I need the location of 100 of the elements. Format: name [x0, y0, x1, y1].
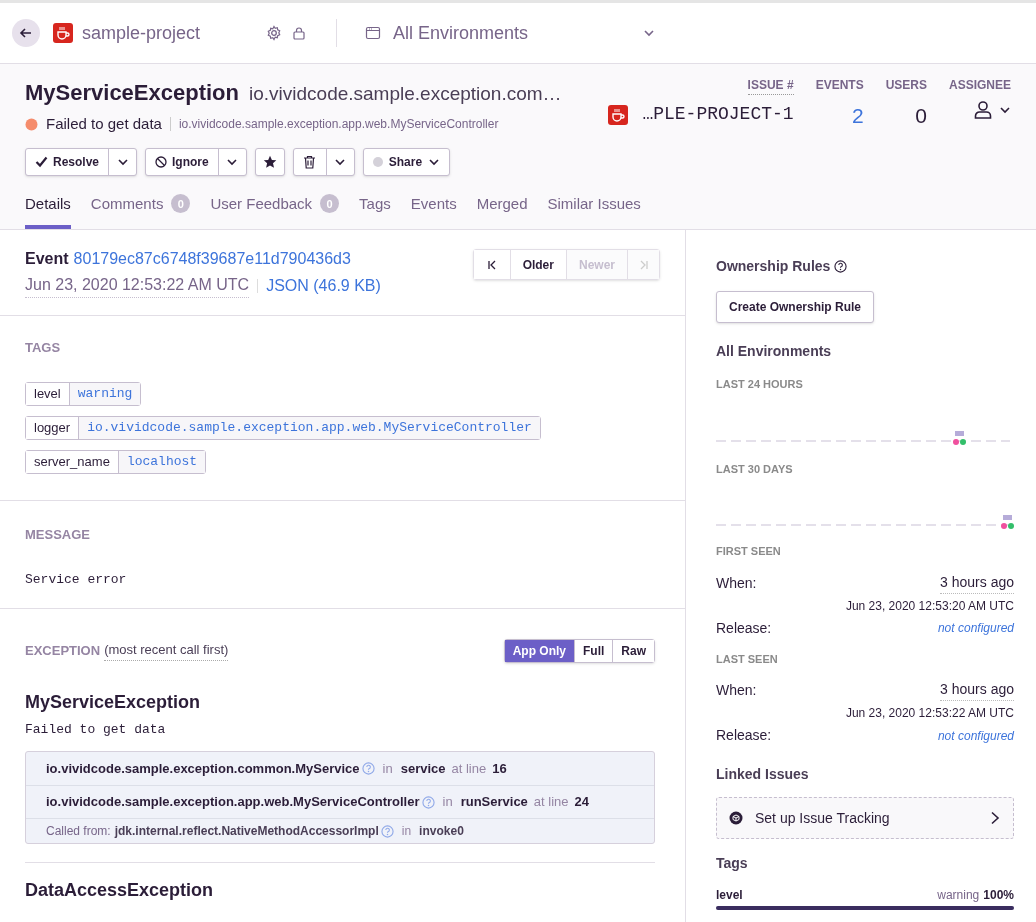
message-text: Service error	[25, 571, 128, 589]
tag-key: level	[716, 886, 743, 904]
stack-frame[interactable]: io.vividcode.sample.exception.common.MyService in service at line 16	[26, 752, 654, 785]
window-icon	[365, 25, 381, 41]
line-label: at line	[533, 793, 569, 812]
line-number: 16	[492, 759, 507, 778]
sidebar-heading: Tags	[716, 854, 749, 873]
stat-label: ISSUE #	[747, 76, 794, 95]
tab[interactable]: Events	[410, 188, 457, 229]
in-label: in	[401, 823, 412, 840]
culprit-heading: io.vividcode.sample.exception.com…	[249, 82, 562, 106]
issue-id: …PLE-PROJECT-1	[642, 103, 794, 126]
tag-percent: 100%	[983, 887, 1014, 904]
chevron-down-icon	[643, 27, 655, 39]
seen-date: Jun 23, 2020 12:53:20 AM UTC	[845, 597, 1014, 615]
count-badge: 0	[320, 194, 340, 214]
stat-label: EVENTS	[815, 77, 864, 94]
create-rule-button[interactable]: Create Ownership Rule	[716, 291, 875, 323]
exception-type: DataAccessException	[25, 879, 215, 902]
issue-message: Failed to get data	[46, 114, 162, 134]
event-id-link[interactable]: 80179ec87c6748f39687e11d790436d3	[73, 247, 351, 271]
seen-date: Jun 23, 2020 12:53:22 AM UTC	[845, 705, 1014, 722]
user-icon	[973, 100, 993, 120]
section-heading: EXCEPTION	[25, 641, 101, 660]
share-button[interactable]: Share	[363, 148, 450, 175]
star-icon	[262, 154, 277, 169]
sidebar-heading: Linked Issues	[716, 765, 810, 784]
tab[interactable]: User Feedback 0	[210, 188, 340, 229]
release-link[interactable]: not configured	[937, 726, 1014, 745]
first-event-button[interactable]	[473, 250, 510, 279]
in-label: in	[382, 759, 393, 778]
section-label: FIRST SEEN	[716, 544, 782, 559]
help-icon	[834, 260, 848, 273]
called-from-label: Called from:	[46, 823, 111, 840]
ignore-icon	[155, 155, 168, 168]
tag-pill[interactable]: logger io.vividcode.sample.exception.app.web.MyServiceController	[25, 415, 541, 440]
view-toggle[interactable]: Raw	[612, 639, 654, 662]
environment-dropdown[interactable]: All Environments	[365, 19, 655, 47]
when-label: When:	[716, 573, 757, 593]
project-name[interactable]: sample-project	[82, 19, 262, 47]
event-label: Event	[25, 249, 69, 269]
chevron-right-icon	[989, 811, 1001, 825]
back-button[interactable]	[12, 19, 40, 47]
stat-label: USERS	[885, 77, 927, 94]
user-count: 0	[915, 103, 927, 129]
tag-pill[interactable]: server_name localhost	[25, 449, 207, 474]
stat-label: ASSIGNEE	[949, 77, 1011, 94]
graph-label: LAST 30 DAYS	[716, 461, 794, 477]
event-count[interactable]: 2	[851, 100, 864, 132]
in-label: in	[442, 793, 453, 812]
graph-label: LAST 24 HOURS	[716, 377, 804, 392]
tab[interactable]: Merged	[476, 188, 528, 229]
event-date: Jun 23, 2020 12:53:22 AM UTC	[25, 273, 250, 298]
skip-first-icon	[485, 258, 498, 271]
release-label: Release:	[716, 618, 772, 638]
tab[interactable]: Comments 0	[90, 188, 191, 229]
frame-function: invoke0	[419, 823, 464, 840]
culprit: io.vividcode.sample.exception.app.web.MyServiceController	[178, 116, 499, 134]
tag-pill[interactable]: level warning	[25, 381, 142, 406]
chevron-down-icon	[999, 104, 1011, 116]
count-badge: 0	[171, 194, 191, 214]
help-icon	[380, 824, 394, 838]
release-link[interactable]: not configured	[937, 619, 1014, 637]
json-link[interactable]: JSON (46.9 KB)	[266, 273, 381, 298]
project-icon	[608, 104, 629, 125]
issue-tracking-button[interactable]: Set up Issue Tracking	[716, 797, 1014, 839]
frame-function: runService	[460, 793, 528, 812]
line-number: 24	[574, 793, 589, 812]
line-label: at line	[451, 759, 487, 778]
sidebar-heading: All Environments	[716, 342, 833, 361]
section-heading: TAGS	[25, 339, 62, 357]
assignee-dropdown[interactable]	[973, 100, 1011, 120]
section-heading: MESSAGE	[25, 525, 91, 544]
section-label: LAST SEEN	[716, 651, 779, 667]
frame-module: io.vividcode.sample.exception.app.web.MyServiceController	[46, 793, 420, 812]
issue-title: MyServiceException	[25, 79, 239, 107]
frame-function: service	[400, 759, 446, 778]
project-icon	[53, 23, 73, 43]
tab[interactable]: Tags	[359, 188, 391, 229]
view-toggle[interactable]: App Only	[504, 639, 574, 662]
trash-icon	[303, 154, 317, 169]
stack-frame[interactable]: Called from: jdk.internal.reflect.NativeMethodAccessorImpl in invoke0	[26, 818, 654, 843]
sidebar-heading: Ownership Rules	[716, 257, 831, 276]
relative-time: 3 hours ago	[940, 679, 1014, 701]
help-icon	[421, 795, 435, 809]
help-icon	[361, 762, 375, 775]
settings-icon[interactable]	[266, 25, 282, 41]
nav-button[interactable]: Older	[509, 250, 566, 279]
stack-frame[interactable]: io.vividcode.sample.exception.app.web.MyServiceController in runService at line 24	[26, 785, 654, 818]
frame-module: io.vividcode.sample.exception.common.MyService	[46, 759, 360, 778]
level-dot	[25, 117, 38, 131]
exception-value: Failed to get data	[25, 720, 167, 739]
relative-time: 3 hours ago	[940, 571, 1014, 594]
view-toggle[interactable]: Full	[574, 639, 613, 662]
when-label: When:	[716, 681, 757, 700]
tab[interactable]: Similar Issues	[547, 188, 641, 229]
section-subheading: (most recent call first)	[104, 640, 229, 661]
tag-value: warning	[937, 887, 980, 904]
exception-type: MyServiceException	[25, 690, 202, 714]
tab[interactable]: Details	[25, 188, 71, 229]
